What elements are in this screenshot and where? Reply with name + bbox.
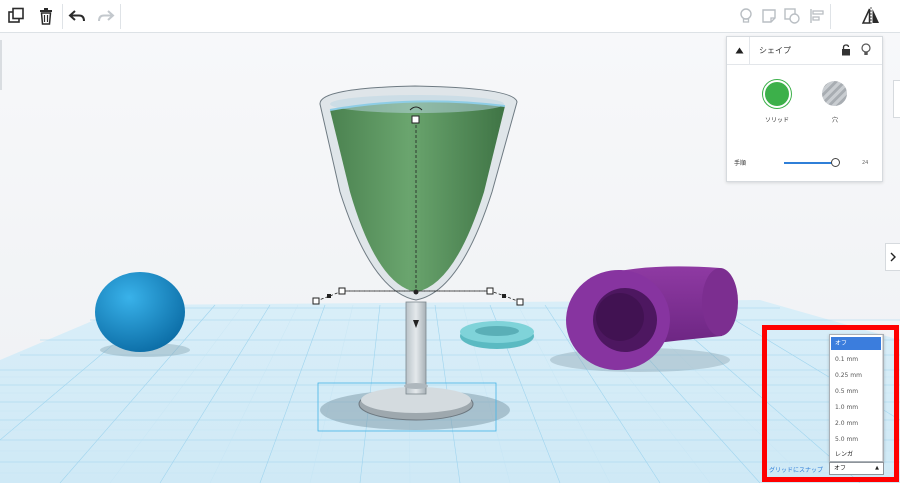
group-button[interactable] xyxy=(781,5,803,27)
solid-label: ソリッド xyxy=(765,117,790,124)
collapse-caret-icon[interactable] xyxy=(735,47,744,54)
tinkercad-editor: シェイプ ソリッド 穴 手順 24 オフ 0.1 mm 0.25 mm 0.5 … xyxy=(0,0,900,483)
group-icon xyxy=(784,8,800,24)
steps-slider-track[interactable] xyxy=(784,162,836,164)
shape-inspector-panel: シェイプ ソリッド 穴 手順 24 xyxy=(726,36,883,182)
highlight-box xyxy=(762,325,899,482)
solid-color-button[interactable] xyxy=(763,80,791,108)
sphere-shape[interactable] xyxy=(95,272,185,352)
expand-panel-button[interactable] xyxy=(885,243,900,271)
note-button[interactable] xyxy=(758,5,780,27)
steps-label: 手順 xyxy=(734,160,747,167)
align-icon xyxy=(810,9,824,23)
side-tab[interactable] xyxy=(893,80,900,118)
undo-button[interactable] xyxy=(66,5,88,27)
steps-value: 24 xyxy=(862,160,869,166)
note-icon xyxy=(762,9,776,23)
redo-icon xyxy=(98,10,115,22)
hole-button[interactable] xyxy=(822,81,847,106)
mirror-button[interactable] xyxy=(860,5,882,27)
trash-icon xyxy=(40,8,52,25)
undo-icon xyxy=(68,10,85,22)
inspector-header: シェイプ xyxy=(727,37,882,65)
torus-shape[interactable] xyxy=(460,321,534,349)
redo-button[interactable] xyxy=(95,5,117,27)
notes-lightbulb-button[interactable] xyxy=(735,5,757,27)
align-button[interactable] xyxy=(806,5,828,27)
lightbulb-icon xyxy=(740,8,752,23)
top-toolbar xyxy=(0,0,900,33)
chevron-right-icon xyxy=(890,252,896,262)
steps-slider-knob[interactable] xyxy=(831,158,840,167)
hole-label: 穴 xyxy=(832,117,839,124)
duplicate-button[interactable] xyxy=(5,5,27,27)
inspector-title: シェイプ xyxy=(759,46,791,55)
lightbulb-icon[interactable] xyxy=(861,43,871,57)
lock-icon[interactable] xyxy=(841,44,851,56)
duplicate-icon xyxy=(8,7,24,23)
mirror-icon xyxy=(861,7,879,25)
delete-button[interactable] xyxy=(35,5,57,27)
